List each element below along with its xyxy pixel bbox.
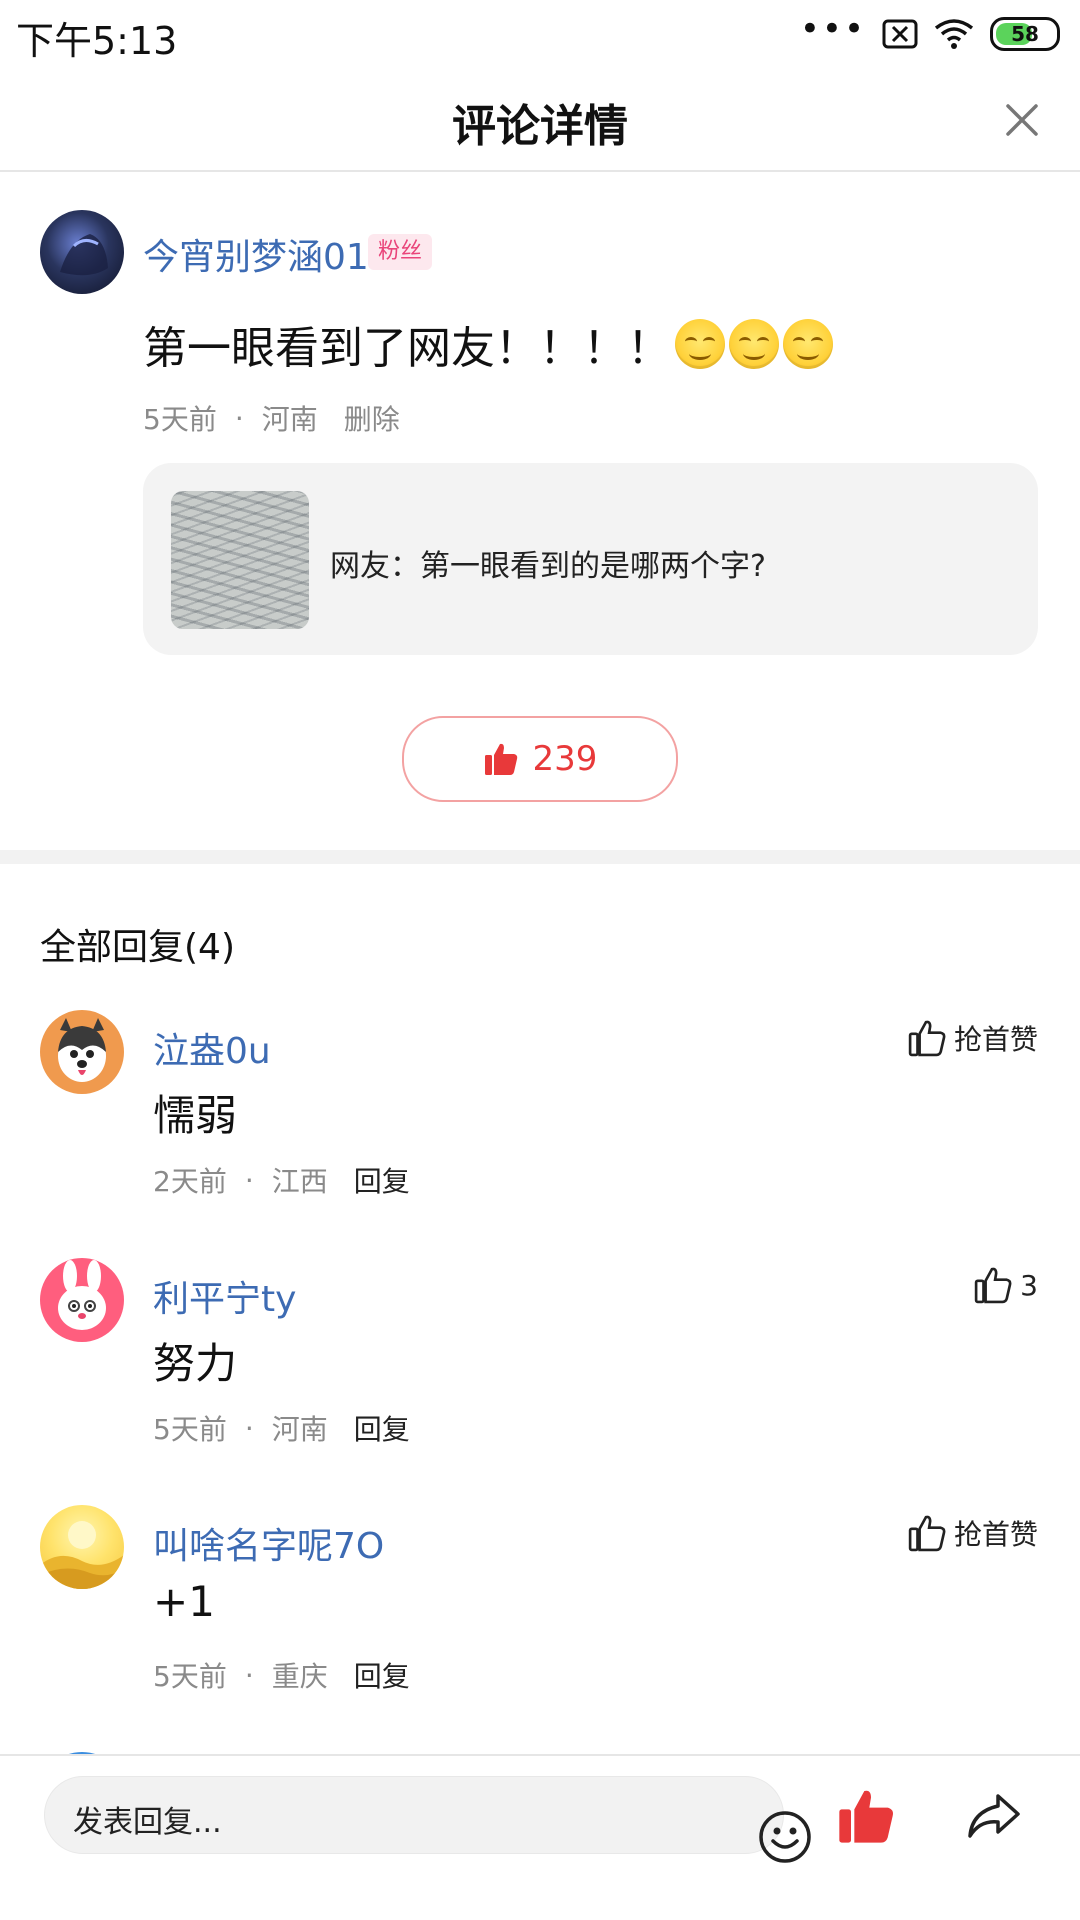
reply-avatar[interactable] xyxy=(40,1258,124,1342)
reply-time: 2天前 xyxy=(153,1165,227,1198)
grinning-emoji-icon xyxy=(675,319,725,369)
reply-username[interactable]: 叫啥名字呢7O xyxy=(153,1517,384,1569)
thumbs-up-outline-icon xyxy=(974,1267,1012,1304)
separator-dot: · xyxy=(244,1411,254,1445)
separator-dot: · xyxy=(244,1658,254,1692)
reply-location: 江西 xyxy=(271,1165,328,1198)
delete-button[interactable]: 删除 xyxy=(344,398,400,438)
main-comment-text-content: 第一眼看到了网友！！！！ xyxy=(143,323,671,374)
quoted-post-text: 网友：第一眼看到的是哪两个字? xyxy=(330,549,766,584)
reply-avatar[interactable] xyxy=(40,1505,124,1589)
all-replies-header: 全部回复(4) xyxy=(40,927,235,968)
sim-x-icon xyxy=(882,19,918,49)
battery-level: 58 xyxy=(1011,22,1039,46)
reply-to-button[interactable]: 回复 xyxy=(354,1160,410,1200)
grinning-emoji-icon xyxy=(729,319,779,369)
like-button[interactable]: 239 xyxy=(402,716,678,802)
reply-like-button[interactable]: 抢首赞 xyxy=(908,1513,1038,1553)
thumbs-up-outline-icon xyxy=(908,1020,946,1057)
reply-meta: 5天前 · 重庆 回复 xyxy=(153,1655,410,1695)
reply-time: 5天前 xyxy=(153,1413,227,1446)
more-dots-icon: ••• xyxy=(799,9,866,49)
reply-time: 5天前 xyxy=(153,1660,227,1693)
section-divider xyxy=(0,850,1080,864)
main-comment-text: 第一眼看到了网友！！！！ xyxy=(143,312,833,376)
reply-like-label: 抢首赞 xyxy=(953,1023,1038,1056)
like-count: 239 xyxy=(532,739,598,779)
reply-text: 努力 xyxy=(153,1339,238,1388)
reply-item: 泣盎0u 抢首赞 懦弱 2天前 · 江西 回复 xyxy=(0,1010,1080,1250)
reply-to-button[interactable]: 回复 xyxy=(354,1408,410,1448)
main-comment-location: 河南 xyxy=(261,403,318,436)
main-comment-time: 5天前 xyxy=(143,403,217,436)
bottom-action-bar: 发表回复... xyxy=(0,1754,1080,1920)
reply-location: 河南 xyxy=(271,1413,328,1446)
reply-text: +1 xyxy=(153,1577,215,1626)
grinning-emoji-icon xyxy=(783,319,833,369)
reply-item: 叫啥名字呢7O 抢首赞 +1 5天前 · 重庆 回复 xyxy=(0,1505,1080,1745)
reply-item: 利平宁ty 3 努力 5天前 · 河南 回复 xyxy=(0,1258,1080,1498)
reply-input[interactable]: 发表回复... xyxy=(44,1776,811,1863)
fans-badge: 粉丝 xyxy=(368,234,433,270)
reply-text: 懦弱 xyxy=(153,1091,238,1140)
reply-meta: 5天前 · 河南 回复 xyxy=(153,1408,410,1448)
thumbs-up-outline-icon xyxy=(908,1515,946,1552)
status-time: 下午5:13 xyxy=(16,19,178,63)
reply-like-button[interactable]: 抢首赞 xyxy=(908,1018,1038,1058)
separator-dot: · xyxy=(244,1163,254,1197)
battery-icon: 58 xyxy=(990,17,1060,51)
comment-detail-page: 下午5:13 ••• 58 评论详情 今宵别梦涵01 粉丝 第一眼看到了网友！！… xyxy=(0,0,1080,1920)
close-icon[interactable] xyxy=(998,96,1046,144)
reply-avatar[interactable] xyxy=(40,1010,124,1094)
quoted-post-thumbnail xyxy=(171,491,309,629)
reply-like-label: 抢首赞 xyxy=(953,1518,1038,1551)
page-title: 评论详情 xyxy=(452,101,628,152)
reply-username[interactable]: 泣盎0u xyxy=(153,1022,271,1074)
emoji-icon[interactable] xyxy=(757,1809,813,1865)
wifi-icon xyxy=(934,19,974,49)
separator-dot: · xyxy=(234,401,244,435)
status-icons: ••• 58 xyxy=(799,9,1060,54)
main-commenter-username[interactable]: 今宵别梦涵01 xyxy=(143,228,369,280)
reply-username[interactable]: 利平宁ty xyxy=(153,1270,296,1322)
status-bar: 下午5:13 ••• 58 xyxy=(0,0,1080,70)
reply-meta: 2天前 · 江西 回复 xyxy=(153,1160,410,1200)
reply-input-placeholder: 发表回复... xyxy=(73,1805,222,1840)
main-comment-meta: 5天前 · 河南 删除 xyxy=(143,398,400,438)
main-commenter-avatar[interactable] xyxy=(40,210,124,294)
reply-like-button[interactable]: 3 xyxy=(974,1266,1038,1304)
quoted-post-card[interactable]: 网友：第一眼看到的是哪两个字? xyxy=(143,463,1038,655)
thumbs-up-filled-icon[interactable] xyxy=(836,1786,896,1846)
reply-to-button[interactable]: 回复 xyxy=(354,1655,410,1695)
share-icon[interactable] xyxy=(964,1786,1024,1846)
header: 评论详情 xyxy=(0,70,1080,172)
reply-like-label: 3 xyxy=(1020,1268,1038,1302)
reply-location: 重庆 xyxy=(271,1660,328,1693)
thumbs-up-filled-icon xyxy=(484,743,517,775)
